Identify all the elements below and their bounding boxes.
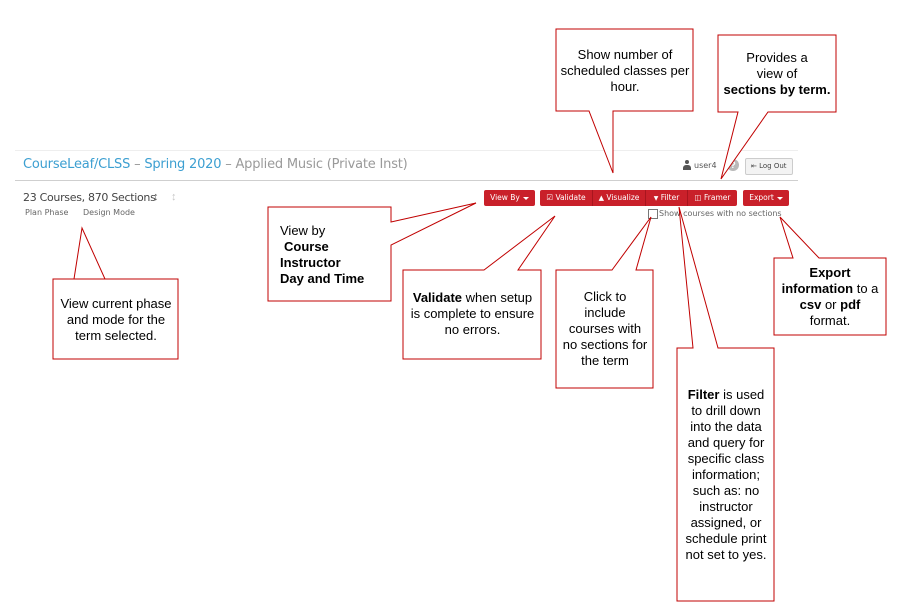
framer-button[interactable]: ◫ Framer — [688, 190, 737, 206]
callout-framer-bold: sections by term. — [723, 82, 831, 97]
logout-icon: ⇤ — [751, 162, 757, 170]
callout-filter-text: is used to drill down into the data and … — [685, 386, 767, 562]
callout-validate-bold: Validate — [412, 290, 463, 305]
logout-label: Log Out — [759, 162, 787, 170]
help-icon[interactable]: ? — [727, 159, 739, 171]
callout-filter-bold: Filter — [687, 386, 720, 402]
user-menu[interactable]: user4 — [683, 160, 717, 170]
callout-framer-line2: view of — [756, 66, 798, 81]
callout-filter: Filter is used to drill down into the da… — [683, 352, 769, 597]
callout-checkbox: Click to include courses with no section… — [562, 274, 648, 384]
caret-down-icon — [522, 196, 529, 200]
export-label: Export — [749, 193, 774, 202]
callout-viewby-option: Day and Time — [280, 271, 365, 286]
title-separator: – — [130, 157, 145, 172]
department-name: Applied Music (Private Inst) — [235, 157, 408, 172]
design-mode-label: Design Mode — [83, 208, 135, 217]
callout-validate: Validate when setup is complete to ensur… — [410, 274, 535, 354]
show-no-sections-checkbox[interactable] — [648, 209, 658, 219]
callout-export-pdf: pdf — [840, 297, 861, 312]
top-divider — [15, 150, 798, 151]
title-separator: – — [221, 157, 236, 172]
action-button-group: ☑ Validate ▲ Visualize ▼ Filter ◫ Framer — [540, 190, 737, 206]
caret-down-icon — [776, 196, 783, 200]
validate-label: Validate — [555, 193, 586, 202]
callout-export: Export information to a csv or pdf forma… — [780, 262, 880, 332]
fire-icon: ▲ — [598, 194, 604, 202]
callout-framer: Provides a view of sections by term. — [722, 39, 832, 109]
visualize-label: Visualize — [606, 193, 640, 202]
app-link[interactable]: CourseLeaf/CLSS — [23, 157, 130, 172]
filter-icon: ▼ — [653, 195, 659, 202]
callout-viewby-option: Course — [284, 239, 329, 254]
export-button[interactable]: Export — [743, 190, 789, 206]
callout-viewby: View by Course Instructor Day and Time — [280, 215, 385, 295]
callout-viewby-option: Instructor — [280, 255, 341, 270]
callout-export-text: format. — [809, 313, 851, 328]
callout-export-csv: csv — [799, 297, 822, 312]
username: user4 — [694, 160, 717, 170]
validate-button[interactable]: ☑ Validate — [540, 190, 593, 206]
visualize-button[interactable]: ▲ Visualize — [593, 190, 646, 206]
logout-button[interactable]: ⇤ Log Out — [745, 158, 793, 175]
callout-viewby-line1: View by — [280, 223, 326, 238]
plan-phase-label: Plan Phase — [25, 208, 69, 217]
callout-phase-text: View current phase and mode for the term… — [60, 295, 172, 343]
sort-icon-inactive[interactable]: ↕ — [171, 191, 177, 203]
framer-label: Framer — [704, 193, 731, 202]
callout-framer-line1: Provides a — [746, 50, 808, 65]
term-link[interactable]: Spring 2020 — [144, 157, 221, 172]
callout-export-text: or — [821, 297, 841, 312]
view-by-button[interactable]: View By — [484, 190, 535, 206]
callout-phase: View current phase and mode for the term… — [58, 283, 174, 356]
filter-button[interactable]: ▼ Filter — [646, 190, 688, 206]
callout-export-text: to a — [853, 281, 879, 296]
header-divider — [15, 180, 798, 181]
course-section-count: 23 Courses, 870 Sections — [23, 191, 156, 204]
callout-visualize: Show number of scheduled classes per hou… — [560, 33, 690, 108]
callout-visualize-text: Show number of scheduled classes per hou… — [560, 46, 690, 94]
callout-checkbox-text: Click to include courses with no section… — [562, 289, 648, 368]
callout-export-bold: Export information — [781, 265, 854, 296]
show-no-sections-label[interactable]: Show courses with no sections — [659, 209, 782, 218]
user-icon — [683, 160, 691, 170]
view-by-label: View By — [490, 193, 520, 202]
sort-icon[interactable]: ↕ — [153, 191, 159, 203]
check-square-icon: ☑ — [546, 193, 554, 202]
columns-icon: ◫ — [694, 193, 702, 202]
filter-label: Filter — [660, 193, 680, 202]
page-title: CourseLeaf/CLSS – Spring 2020 – Applied … — [23, 157, 408, 172]
